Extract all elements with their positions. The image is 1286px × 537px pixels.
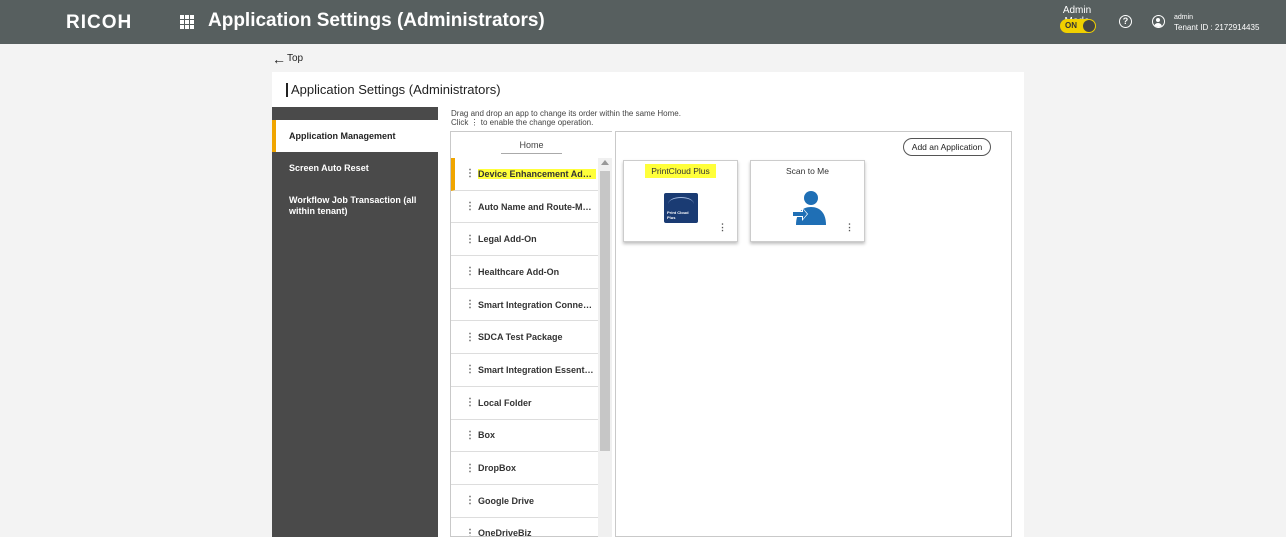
back-link-label: Top: [287, 53, 304, 64]
list-item-label: Local Folder: [478, 397, 532, 408]
sidebar-item-screen-auto-reset[interactable]: Screen Auto Reset: [272, 163, 438, 174]
printcloud-plus-logo-icon: Print Cloud Plus: [664, 193, 698, 223]
list-item-label: OneDriveBiz: [478, 528, 532, 537]
help-icon[interactable]: ?: [1119, 15, 1132, 28]
app-tile-printcloud-plus[interactable]: PrintCloud Plus Print Cloud Plus ⋮: [623, 160, 738, 242]
list-item[interactable]: ⋮ Box: [451, 420, 599, 453]
scan-to-me-user-icon: [792, 191, 826, 225]
top-bar: RICOH Application Settings (Administrato…: [0, 0, 1286, 44]
list-item-label: Healthcare Add-On: [478, 266, 560, 277]
applications-area: Add an Application PrintCloud Plus Print…: [615, 131, 1012, 537]
list-item[interactable]: ⋮ DropBox: [451, 452, 599, 485]
drag-handle-icon[interactable]: ⋮: [465, 364, 475, 375]
drag-handle-icon[interactable]: ⋮: [465, 397, 475, 408]
drag-handle-icon[interactable]: ⋮: [465, 168, 475, 179]
user-name: admin: [1174, 14, 1194, 21]
drag-handle-icon[interactable]: ⋮: [465, 528, 475, 536]
instruction-line-2: Click ⋮ to enable the change operation.: [451, 118, 594, 127]
ricoh-logo: RICOH: [66, 12, 133, 33]
list-item[interactable]: ⋮ Smart Integration Essentials: [451, 354, 599, 387]
app-title: Application Settings (Administrators): [208, 10, 545, 31]
drag-handle-icon[interactable]: ⋮: [465, 299, 475, 310]
user-icon[interactable]: [1152, 15, 1165, 28]
printcloud-logo-text: Print Cloud Plus: [667, 210, 689, 220]
app-tile-name: PrintCloud Plus: [645, 164, 716, 178]
list-item-label: Google Drive: [478, 495, 535, 506]
list-item[interactable]: ⋮ Local Folder: [451, 387, 599, 420]
drag-handle-icon[interactable]: ⋮: [465, 430, 475, 441]
page-title: Application Settings (Administrators): [286, 83, 501, 97]
list-item-label: Smart Integration Connector: [478, 299, 596, 310]
toggle-state-label: ON: [1065, 21, 1077, 30]
arrow-left-icon: ←: [272, 50, 286, 67]
list-item[interactable]: ⋮ Google Drive: [451, 485, 599, 518]
home-list-header: Home: [451, 132, 612, 158]
list-item-label: Smart Integration Essentials: [478, 364, 596, 375]
scroll-thumb[interactable]: [600, 171, 610, 451]
sidebar-item-application-management[interactable]: Application Management: [272, 120, 438, 152]
list-item-label: Box: [478, 430, 496, 441]
list-item[interactable]: ⋮ Auto Name and Route-Module: [451, 191, 599, 224]
list-item[interactable]: ⋮ Smart Integration Connector: [451, 289, 599, 322]
tenant-id: Tenant ID : 2172914435: [1174, 23, 1260, 32]
drag-handle-icon[interactable]: ⋮: [465, 495, 475, 506]
list-item-label: Device Enhancement Add-On: [478, 168, 596, 179]
list-item[interactable]: ⋮ SDCA Test Package: [451, 321, 599, 355]
scroll-up-icon[interactable]: [601, 160, 609, 165]
tile-menu-icon[interactable]: ⋮: [845, 222, 854, 233]
instruction-text: Drag and drop an app to change its order…: [451, 109, 681, 127]
instruction-line-1: Drag and drop an app to change its order…: [451, 109, 681, 118]
side-nav: Application Management Screen Auto Reset…: [272, 107, 438, 537]
app-tile-scan-to-me[interactable]: Scan to Me ⋮: [750, 160, 865, 242]
drag-handle-icon[interactable]: ⋮: [465, 234, 475, 245]
apps-grid-icon[interactable]: [180, 15, 194, 29]
back-to-top-link[interactable]: ← Top: [272, 50, 304, 67]
list-item-label: Auto Name and Route-Module: [478, 201, 596, 212]
drag-handle-icon[interactable]: ⋮: [465, 332, 475, 343]
list-item-label: SDCA Test Package: [478, 332, 563, 343]
list-item[interactable]: ⋮ Healthcare Add-On: [451, 256, 599, 289]
add-application-button[interactable]: Add an Application: [903, 138, 991, 156]
list-item[interactable]: ⋮ OneDriveBiz: [451, 518, 599, 537]
sidebar-item-label: Application Management: [289, 130, 396, 141]
drag-handle-icon[interactable]: ⋮: [465, 463, 475, 474]
drag-handle-icon[interactable]: ⋮: [465, 266, 475, 277]
app-tile-name: Scan to Me: [786, 166, 829, 176]
home-list: Home ⋮ Device Enhancement Add-On ⋮ Auto …: [450, 131, 612, 537]
list-item-label: DropBox: [478, 463, 516, 474]
sidebar-item-label: Screen Auto Reset: [289, 163, 369, 173]
list-item-label: Legal Add-On: [478, 234, 537, 245]
list-item[interactable]: ⋮ Device Enhancement Add-On: [451, 158, 599, 191]
drag-handle-icon[interactable]: ⋮: [465, 201, 475, 212]
home-list-scrollbar[interactable]: [598, 158, 612, 537]
sidebar-item-workflow-job-transaction[interactable]: Workflow Job Transaction (all within ten…: [272, 195, 438, 217]
list-item[interactable]: ⋮ Legal Add-On: [451, 223, 599, 257]
tile-menu-icon[interactable]: ⋮: [718, 222, 727, 233]
sidebar-item-label: Workflow Job Transaction (all within ten…: [289, 195, 417, 216]
main-panel: Application Settings (Administrators) Ap…: [272, 72, 1024, 537]
admin-mode-toggle[interactable]: ON: [1060, 19, 1096, 33]
toggle-knob: [1083, 20, 1095, 32]
